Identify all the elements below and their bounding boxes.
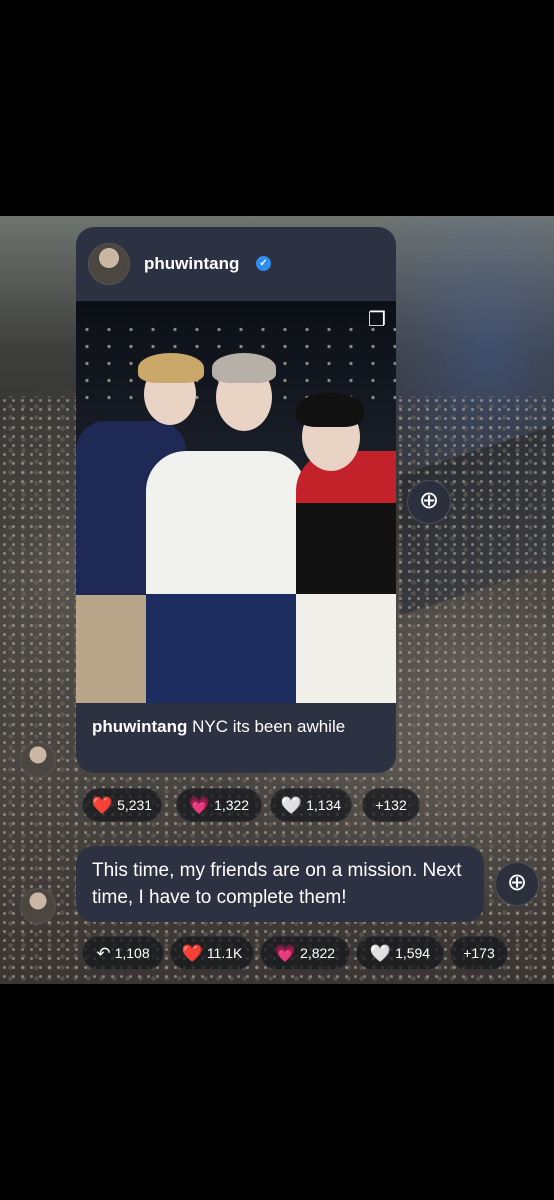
- caption-username: phuwintang: [92, 717, 188, 736]
- reaction-pill-more[interactable]: +173: [450, 936, 508, 970]
- post-username[interactable]: phuwintang: [144, 254, 239, 274]
- reaction-pill-red-heart[interactable]: ❤️ 11.1K: [170, 936, 254, 970]
- person-middle: [146, 451, 306, 703]
- white-heart-icon: 🤍: [369, 943, 392, 963]
- person-middle-hair: [212, 353, 276, 383]
- reaction-pill-replies[interactable]: ↶ 1,108: [82, 936, 164, 970]
- reaction-pill-pink-heart[interactable]: 💗 2,822: [260, 936, 350, 970]
- caption-text: NYC its been awhile: [192, 717, 346, 736]
- reaction-count: +173: [463, 945, 495, 961]
- message-bubble[interactable]: This time, my friends are on a mission. …: [76, 846, 484, 922]
- reaction-count: 2,822: [300, 945, 336, 961]
- sticker-icon[interactable]: ❐: [366, 309, 388, 331]
- add-reaction-button-post[interactable]: ⊕: [407, 480, 451, 524]
- reaction-pill-white-heart[interactable]: 🤍 1,134: [270, 788, 352, 822]
- reaction-count: 1,594: [395, 945, 431, 961]
- reaction-pill-pink-heart[interactable]: 💗 1,322: [176, 788, 262, 822]
- reaction-count: +132: [375, 797, 407, 813]
- post-caption: phuwintang NYC its been awhile: [92, 717, 345, 737]
- white-heart-icon: 🤍: [280, 795, 303, 815]
- reaction-count: 1,134: [306, 797, 342, 813]
- reaction-count: 5,231: [117, 797, 153, 813]
- person-right: [296, 451, 396, 703]
- pink-heart-icon: 💗: [274, 943, 297, 963]
- reply-icon: ↶: [96, 943, 111, 963]
- reaction-pill-more[interactable]: +132: [362, 788, 420, 822]
- red-heart-icon: ❤️: [91, 795, 114, 815]
- person-left-hair: [138, 353, 204, 383]
- red-heart-icon: ❤️: [181, 943, 203, 963]
- shared-post-card[interactable]: phuwintang ✓ ❐ phuwintang NYC its been a…: [76, 227, 396, 773]
- post-header: phuwintang ✓: [76, 227, 396, 301]
- pink-heart-icon: 💗: [188, 795, 211, 815]
- add-reaction-button-message[interactable]: ⊕: [495, 862, 539, 906]
- reaction-pill-white-heart[interactable]: 🤍 1,594: [356, 936, 444, 970]
- post-photo[interactable]: ❐: [76, 301, 396, 703]
- reaction-count: 1,108: [114, 945, 150, 961]
- person-right-hair: [296, 393, 364, 427]
- verified-badge-icon: ✓: [256, 256, 271, 271]
- reaction-pill-red-heart[interactable]: ❤️ 5,231: [82, 788, 162, 822]
- sender-avatar-1[interactable]: [20, 742, 56, 778]
- message-text: This time, my friends are on a mission. …: [92, 860, 462, 908]
- reaction-count: 11.1K: [206, 945, 243, 961]
- reaction-count: 1,322: [214, 797, 250, 813]
- sender-avatar-2[interactable]: [20, 888, 56, 924]
- post-avatar[interactable]: [88, 243, 130, 285]
